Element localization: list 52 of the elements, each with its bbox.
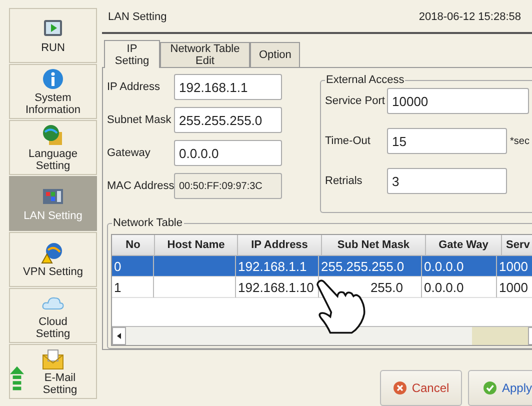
input-field[interactable]: 3 [387, 168, 507, 194]
table-cell: 0.0.0.0 [424, 258, 464, 274]
apply-button[interactable]: Apply [468, 370, 532, 406]
field-label: Gateway [107, 147, 152, 159]
tab[interactable]: Option [250, 42, 300, 67]
envelope-icon [41, 348, 65, 370]
table-cell: 1 [114, 280, 122, 294]
field-label: IP Address [107, 81, 161, 93]
sidebar-item[interactable]: VPN Setting [9, 232, 97, 287]
page-title: LAN Setting [108, 11, 167, 23]
group-title: Network Table [112, 217, 184, 229]
tab[interactable]: Network Table Edit [160, 42, 250, 67]
input-field[interactable]: 15 [387, 128, 507, 154]
input-field[interactable]: 192.168.1.1 [174, 74, 282, 100]
scroll-left-icon[interactable] [112, 327, 126, 345]
sidebar-item[interactable]: System Information [9, 64, 97, 119]
table-cell: 1000 [499, 258, 528, 274]
tab[interactable]: IP Setting [104, 40, 160, 68]
globe-book-icon [41, 124, 65, 146]
table-cell: 255.0 [370, 280, 403, 294]
sidebar-item[interactable]: E-Mail Setting [9, 344, 97, 399]
scrollbar-thumb[interactable] [472, 327, 528, 345]
group-title: External Access [325, 74, 406, 86]
input-field[interactable]: 255.255.255.0 [174, 107, 282, 133]
field-label: Service Port [325, 95, 386, 107]
table-cell: 0.0.0.0 [424, 280, 464, 294]
field-label: Subnet Mask [107, 114, 172, 126]
scroll-up-arrow-icon[interactable] [10, 366, 24, 392]
table-cell: 192.168.1.10 [238, 280, 314, 294]
globe-warning-icon [41, 242, 65, 264]
close-circle-icon [392, 381, 407, 395]
unit-label: *sec [510, 136, 530, 146]
sidebar-item[interactable]: RUN [9, 8, 97, 63]
sidebar-item[interactable]: Cloud Setting [9, 288, 97, 343]
checkmark-circle-icon [482, 381, 497, 395]
input-field[interactable]: 10000 [387, 88, 529, 114]
hand-pointer-drawing [316, 278, 366, 334]
table-row[interactable]: 0 192.168.1.1 255.255.255.0 0.0.0.0 1000 [112, 256, 532, 277]
date-time: 2018-06-12 15:28:58 [418, 11, 521, 23]
input-field[interactable]: 0.0.0.0 [174, 140, 282, 166]
field-label: Retrials [325, 175, 364, 187]
field-label: MAC Address [107, 180, 174, 192]
cancel-button[interactable]: Cancel [380, 370, 462, 406]
table-cell: 192.168.1.1 [238, 258, 307, 274]
table-cell: 255.255.255.0 [321, 258, 404, 274]
table-cell: 1000 [499, 280, 528, 294]
table-cell: 0 [114, 258, 122, 274]
input-field: 00:50:FF:09:97:3C [174, 173, 282, 199]
sidebar-item[interactable]: Language Setting [9, 120, 97, 175]
info-icon [41, 68, 65, 90]
horizontal-scrollbar[interactable] [112, 326, 532, 345]
field-label: Time-Out [325, 135, 372, 147]
